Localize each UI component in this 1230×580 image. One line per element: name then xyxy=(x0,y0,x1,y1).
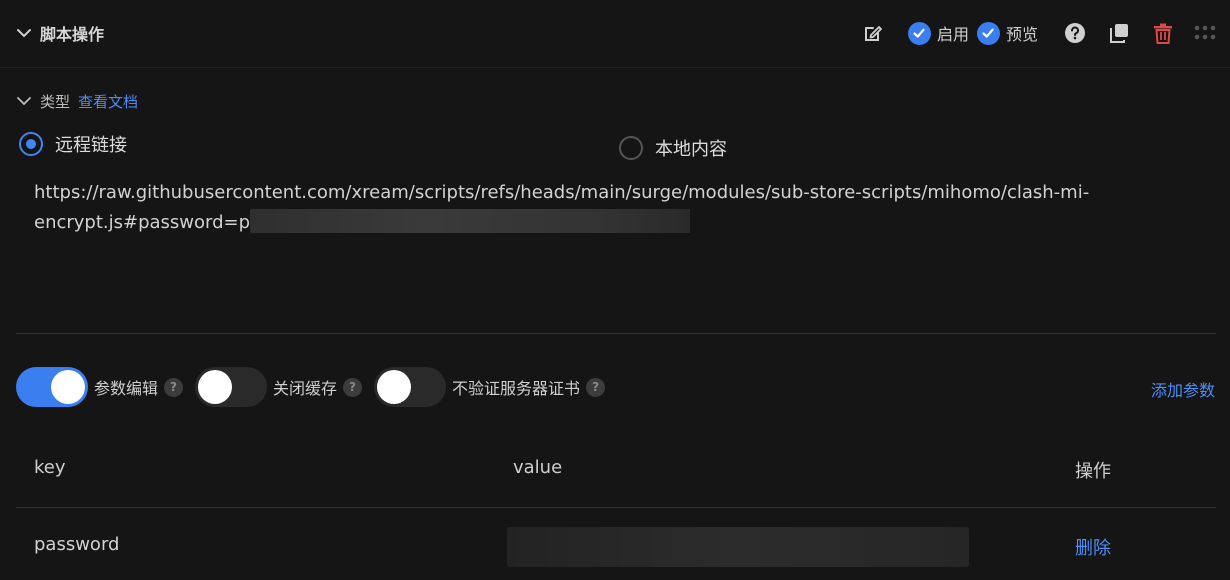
radio-selected-icon xyxy=(19,132,43,156)
script-url-textarea[interactable]: https://raw.githubusercontent.com/xream/… xyxy=(34,178,1094,238)
collapse-toggle[interactable]: 脚本操作 xyxy=(16,20,104,46)
row-value-cell[interactable] xyxy=(507,527,969,567)
column-header-value: value xyxy=(513,457,563,478)
edit-icon[interactable] xyxy=(862,22,884,44)
radio-local-content-label: 本地内容 xyxy=(655,139,727,160)
table-divider xyxy=(16,507,1216,508)
drag-handle-icon[interactable] xyxy=(1194,24,1216,42)
param-switch-row: 参数编辑 ? 关闭缓存 ? 不验证服务器证书 ? xyxy=(16,366,617,408)
column-header-key: key xyxy=(34,457,66,478)
row-key-cell[interactable]: password xyxy=(34,534,119,555)
radio-local-content[interactable]: 本地内容 xyxy=(619,135,727,161)
copy-icon[interactable] xyxy=(1108,22,1130,44)
redacted-block xyxy=(250,209,691,233)
disable-cache-switch[interactable] xyxy=(195,367,268,407)
param-edit-switch[interactable] xyxy=(16,367,88,407)
enable-label: 启用 xyxy=(936,25,969,44)
radio-remote-link-label: 远程链接 xyxy=(55,135,127,156)
check-icon xyxy=(907,21,931,45)
type-label: 类型 xyxy=(40,92,71,111)
panel-title: 脚本操作 xyxy=(40,25,105,44)
delete-row-button[interactable]: 删除 xyxy=(1075,534,1111,560)
chevron-down-icon[interactable] xyxy=(16,25,32,41)
preview-checkbox[interactable]: 预览 xyxy=(976,21,1038,45)
section-divider xyxy=(16,333,1216,334)
view-docs-link[interactable]: 查看文档 xyxy=(78,91,138,112)
question-icon[interactable]: ? xyxy=(343,377,363,397)
header-actions: 启用 预览 xyxy=(862,18,1216,48)
disable-cache-label: 关闭缓存 xyxy=(273,379,338,398)
radio-unselected-icon xyxy=(619,136,643,160)
script-operation-panel: 脚本操作 启用 预览 类型 查看文档 远程链接 本地内容 https://raw… xyxy=(0,0,1230,580)
question-icon[interactable]: ? xyxy=(586,377,606,397)
help-icon[interactable] xyxy=(1064,22,1086,44)
trash-icon[interactable] xyxy=(1152,22,1174,44)
add-param-button[interactable]: 添加参数 xyxy=(1151,377,1215,401)
param-edit-label: 参数编辑 xyxy=(94,379,159,398)
panel-header: 脚本操作 启用 预览 xyxy=(0,0,1230,68)
check-icon xyxy=(976,21,1000,45)
column-header-action: 操作 xyxy=(1075,461,1111,482)
preview-label: 预览 xyxy=(1005,25,1038,44)
skip-cert-verify-switch[interactable] xyxy=(374,367,447,407)
chevron-down-icon[interactable] xyxy=(16,93,32,109)
enable-checkbox[interactable]: 启用 xyxy=(907,21,969,45)
skip-cert-verify-label: 不验证服务器证书 xyxy=(452,379,581,398)
radio-remote-link[interactable]: 远程链接 xyxy=(19,131,127,157)
question-icon[interactable]: ? xyxy=(164,377,184,397)
type-section-header: 类型 查看文档 xyxy=(16,88,138,114)
